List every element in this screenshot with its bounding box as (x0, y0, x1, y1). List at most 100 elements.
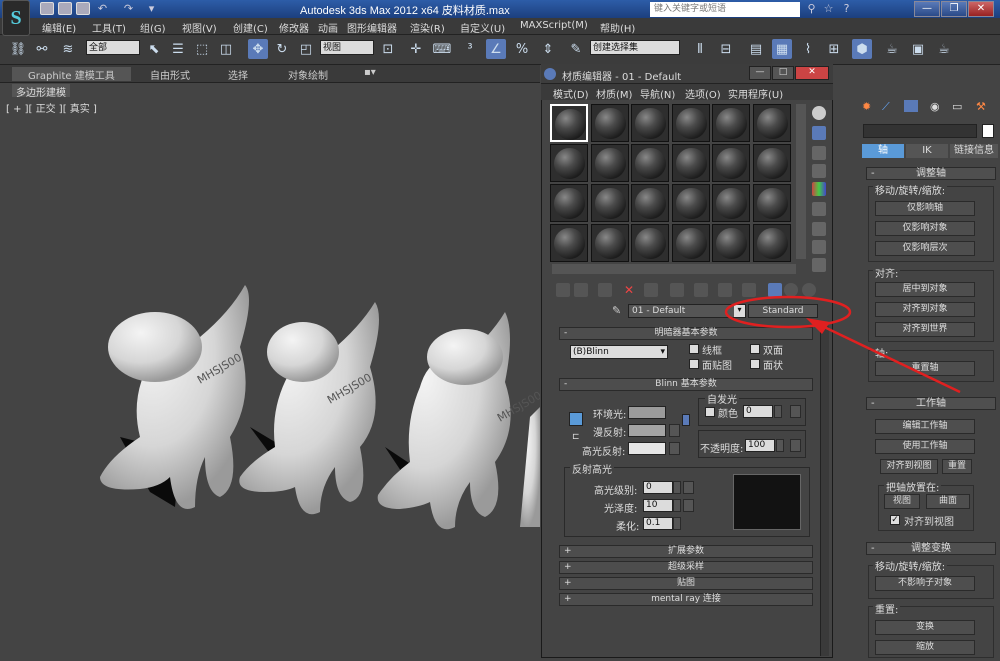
glossiness-input[interactable]: 10 (643, 499, 673, 512)
show-map-in-viewport-icon[interactable] (742, 283, 756, 297)
help-icon[interactable]: ? (840, 2, 853, 15)
curve-editor-icon[interactable]: ⌇ (798, 39, 818, 59)
slots-horizontal-scrollbar[interactable] (552, 264, 796, 274)
face-map-checkbox[interactable] (689, 359, 699, 369)
viewport-label[interactable]: [ + ][ 正交 ][ 真实 ] (6, 100, 97, 115)
sample-slot[interactable] (631, 144, 669, 182)
tab-ik[interactable]: IK (906, 144, 948, 158)
go-forward-sibling-icon[interactable] (802, 283, 816, 297)
sample-slot[interactable] (671, 224, 710, 262)
lock-ambient-diffuse-icon[interactable] (569, 412, 583, 426)
ref-coord-dropdown[interactable]: 视图 (320, 40, 374, 55)
menu-edit[interactable]: 编辑(E) (42, 20, 76, 35)
assign-to-selection-icon[interactable] (598, 283, 612, 297)
opacity-value-input[interactable]: 100 (745, 439, 775, 452)
angle-snap-icon[interactable]: ∠ (486, 39, 506, 59)
options-icon[interactable] (812, 222, 826, 236)
sample-slot[interactable] (590, 144, 629, 182)
mirror-icon[interactable]: ⫴ (690, 39, 710, 59)
diffuse-color-swatch[interactable] (628, 424, 666, 437)
affect-pivot-only-button[interactable]: 仅影响轴 (875, 201, 975, 216)
self-illum-map-button[interactable] (790, 405, 801, 418)
wire-checkbox[interactable] (689, 344, 699, 354)
sample-slot[interactable] (550, 184, 588, 222)
sample-slot[interactable] (671, 184, 710, 222)
manipulate-icon[interactable]: ✛ (406, 39, 426, 59)
menu-animation[interactable]: 动画 (318, 20, 338, 35)
layer-manager-icon[interactable]: ▤ (746, 39, 766, 59)
material-name-dropdown-icon[interactable]: ▾ (734, 305, 745, 317)
sample-slot[interactable] (631, 104, 669, 142)
affect-object-only-button[interactable]: 仅影响对象 (875, 221, 975, 236)
graphite-toggle-icon[interactable]: ▦ (772, 39, 792, 59)
select-object-icon[interactable]: ⬉ (144, 39, 164, 59)
menu-views[interactable]: 视图(V) (182, 20, 217, 35)
show-end-result-icon[interactable] (768, 283, 782, 297)
scale-icon[interactable]: ◰ (296, 39, 316, 59)
med-menu-utilities[interactable]: 实用程序(U) (728, 86, 783, 101)
mental-ray-rollout[interactable]: + mental ray 连接 (559, 593, 813, 606)
place-surface-button[interactable]: 曲面 (926, 494, 970, 509)
quick-access-dropdown-icon[interactable]: ▾ (145, 2, 158, 15)
reset-map-icon[interactable]: ✕ (622, 283, 636, 297)
utilities-tab-icon[interactable]: ⚒ (976, 100, 990, 113)
soften-input[interactable]: 0.1 (643, 517, 673, 530)
select-by-material-icon[interactable] (812, 240, 826, 254)
menu-maxscript[interactable]: MAXScript(M) (520, 20, 588, 31)
keyboard-shortcut-icon[interactable]: ⌨ (432, 39, 452, 59)
go-to-parent-icon[interactable] (784, 283, 798, 297)
sample-slot[interactable] (712, 144, 750, 182)
med-menu-modes[interactable]: 模式(D) (553, 86, 589, 101)
search-input[interactable]: 键入关键字或短语 (650, 2, 800, 17)
sample-slot[interactable] (712, 104, 750, 142)
specular-level-map-button[interactable] (683, 481, 694, 494)
ambient-lock-icon[interactable] (682, 414, 690, 426)
align-to-view-button[interactable]: 对齐到视图 (880, 459, 938, 474)
sample-slot[interactable] (671, 104, 710, 142)
extended-params-rollout[interactable]: + 扩展参数 (559, 545, 813, 558)
redo-icon[interactable]: ↷ (122, 2, 135, 15)
app-logo-icon[interactable]: S (2, 0, 30, 36)
link-icon[interactable]: ⛓ (8, 39, 28, 59)
video-color-check-icon[interactable] (812, 182, 826, 196)
sample-slot[interactable] (712, 184, 750, 222)
object-color-swatch[interactable] (982, 124, 994, 138)
sample-slot[interactable] (550, 104, 588, 142)
blinn-basic-rollout-header[interactable]: - Blinn 基本参数 (559, 378, 813, 391)
undo-icon[interactable]: ↶ (96, 2, 109, 15)
menu-group[interactable]: 组(G) (140, 20, 166, 35)
close-button[interactable]: ✕ (968, 1, 994, 17)
edit-named-selection-icon[interactable]: ✎ (566, 39, 586, 59)
med-menu-material[interactable]: 材质(M) (596, 86, 632, 101)
make-unique-icon[interactable] (670, 283, 684, 297)
opacity-spinner[interactable] (776, 439, 784, 452)
slots-vertical-scrollbar[interactable] (796, 104, 806, 259)
use-working-pivot-button[interactable]: 使用工作轴 (875, 439, 975, 454)
self-illum-spinner[interactable] (774, 405, 782, 418)
specular-level-input[interactable]: 0 (643, 481, 673, 494)
menu-graph-editors[interactable]: 图形编辑器 (347, 20, 397, 35)
display-tab-icon[interactable]: ▭ (952, 100, 966, 113)
select-by-name-icon[interactable]: ☰ (168, 39, 188, 59)
percent-snap-icon[interactable]: % (512, 39, 532, 59)
ribbon-options-icon[interactable]: ▪▾ (364, 67, 376, 81)
menu-tools[interactable]: 工具(T) (92, 20, 126, 35)
sample-slot[interactable] (752, 224, 791, 262)
material-id-channel-icon[interactable] (718, 283, 732, 297)
center-to-object-button[interactable]: 居中到对象 (875, 282, 975, 297)
put-to-library-icon[interactable] (694, 283, 708, 297)
sample-slot[interactable] (550, 144, 588, 182)
snaps-toggle-icon[interactable]: ³ (460, 39, 480, 59)
backlight-icon[interactable] (812, 126, 826, 140)
sample-type-icon[interactable] (812, 106, 826, 120)
object-name-field[interactable] (863, 124, 977, 138)
faceted-checkbox[interactable] (750, 359, 760, 369)
sample-slot[interactable] (752, 104, 791, 142)
maximize-button[interactable]: ❐ (941, 1, 967, 17)
sample-slot[interactable] (590, 184, 629, 222)
sample-slot[interactable] (712, 224, 750, 262)
bind-space-warp-icon[interactable]: ≋ (58, 39, 78, 59)
reset-scale-button[interactable]: 缩放 (875, 640, 975, 655)
menu-customize[interactable]: 自定义(U) (460, 20, 505, 35)
modify-tab-icon[interactable]: ⟋ (882, 100, 894, 113)
